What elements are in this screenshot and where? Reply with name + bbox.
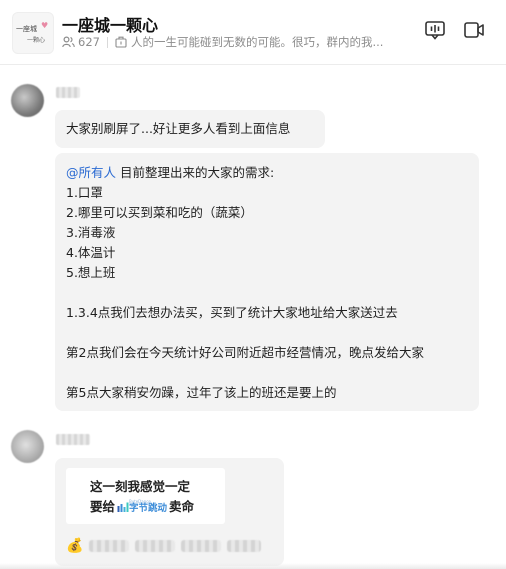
money-bag-icon[interactable]: 💰 [66, 538, 83, 554]
divider [106, 36, 108, 48]
avatar-text-line2: 一颗心 [27, 37, 46, 44]
sender-avatar[interactable] [11, 84, 44, 117]
member-count[interactable]: 627 [78, 35, 100, 49]
bytedance-logo-icon [117, 502, 129, 512]
message-bubble[interactable]: 大家别刷屏了...好让更多人看到上面信息 [55, 110, 325, 148]
message-line: 2.哪里可以买到菜和吃的（蔬菜） [66, 205, 253, 220]
reaction-user[interactable] [181, 540, 222, 552]
message-bubble[interactable]: @所有人 目前整理出来的大家的需求: 1.口罩 2.哪里可以买到菜和吃的（蔬菜）… [55, 153, 479, 411]
message-bubble[interactable]: 这一刻我感觉一定 要给 ByteDance 字节跳动 卖命 💰 [55, 458, 284, 566]
sticker-line1: 这一刻我感觉一定 [90, 479, 191, 494]
group-avatar[interactable]: 一座城 ♥ 一颗心 [12, 12, 54, 54]
message-line: 第2点我们会在今天统计好公司附近超市经营情况，晚点发给大家 [66, 345, 424, 360]
message-line: 5.想上班 [66, 265, 116, 280]
avatar-text-line1: 一座城 [16, 25, 37, 33]
message-line [66, 323, 468, 343]
message-text: 大家别刷屏了...好让更多人看到上面信息 [66, 121, 291, 136]
voice-room-icon[interactable] [424, 20, 446, 40]
sticker-image[interactable]: 这一刻我感觉一定 要给 ByteDance 字节跳动 卖命 [66, 468, 225, 524]
video-icon[interactable] [463, 20, 485, 40]
group-name[interactable]: 一座城一颗心 [62, 12, 158, 36]
message-line: 1.3.4点我们去想办法买，买到了统计大家地址给大家送过去 [66, 305, 398, 320]
reaction-user[interactable] [89, 540, 130, 552]
members-icon[interactable] [62, 36, 75, 48]
message-line: 1.口罩 [66, 185, 103, 200]
message-line [66, 283, 468, 303]
reaction-user[interactable] [135, 540, 176, 552]
reaction-row: 💰 [66, 536, 262, 556]
message-line: 3.消毒液 [66, 225, 116, 240]
message-line [66, 363, 468, 383]
scroll-fade [0, 563, 506, 569]
message-line: @所有人 目前整理出来的大家的需求: [66, 165, 275, 180]
chat-header: 一座城 ♥ 一颗心 一座城一颗心 627 人的一生可能碰到无数的可能。很巧，群内… [0, 0, 506, 65]
sticker-line2: 要给 ByteDance 字节跳动 卖命 [90, 499, 195, 514]
sender-avatar[interactable] [11, 430, 44, 463]
bytedance-logo-text: 字节跳动 [129, 503, 168, 514]
group-subtitle: 627 人的一生可能碰到无数的可能。很巧，群内的我... [62, 35, 431, 49]
message-line: 第5点大家稍安勿躁，过年了该上的班还是要上的 [66, 385, 337, 400]
message-line: 4.体温计 [66, 245, 116, 260]
reaction-user[interactable] [227, 540, 262, 552]
group-announcement[interactable]: 人的一生可能碰到无数的可能。很巧，群内的我... [131, 34, 431, 50]
mention-all[interactable]: @所有人 [66, 165, 116, 180]
sender-name [56, 87, 80, 98]
announcement-icon[interactable] [115, 36, 127, 48]
sender-name [56, 434, 90, 445]
bytedance-logo: ByteDance 字节跳动 [117, 500, 167, 514]
heart-icon: ♥ [41, 21, 49, 30]
